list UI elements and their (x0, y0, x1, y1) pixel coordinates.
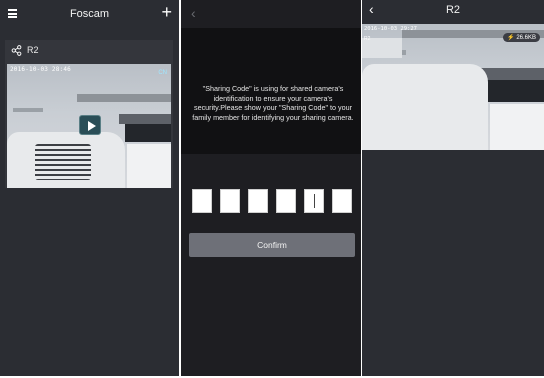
chevron-left-icon[interactable]: ‹ (191, 5, 196, 21)
camera-card-header: R2 (5, 40, 173, 62)
corner-label: CN (158, 70, 167, 76)
bitrate-badge: ⚡ 26.6KB (503, 33, 540, 42)
camera-name: R2 (27, 45, 39, 55)
camera-title: R2 (445, 4, 461, 16)
live-video[interactable]: 2016-10-03 29:27 R2 ⚡ 26.6KB (362, 24, 544, 150)
camera-card[interactable]: R2 2016-10-03 28:46 CN (5, 40, 173, 188)
bitrate-value: 26.6KB (516, 35, 536, 41)
camera-overlay-label: R2 (364, 36, 371, 42)
sharing-code-input (192, 189, 352, 213)
top-bar: ‹ (181, 0, 361, 30)
live-timestamp: 2016-10-03 29:27 (364, 26, 417, 32)
sharing-code-info: "Sharing Code" is using for shared camer… (192, 84, 354, 122)
text-cursor (314, 194, 315, 208)
code-digit-6[interactable] (332, 189, 352, 213)
bolt-icon: ⚡ (507, 35, 515, 41)
live-video-frame (362, 24, 544, 150)
app-title: Foscam (69, 8, 110, 20)
code-digit-1[interactable] (192, 189, 212, 213)
camera-thumbnail[interactable]: 2016-10-03 28:46 CN (7, 64, 171, 188)
camera-timestamp: 2016-10-03 28:46 (10, 66, 71, 73)
code-digit-4[interactable] (276, 189, 296, 213)
play-icon[interactable] (79, 115, 101, 135)
sharing-code-screen: ‹ "Sharing Code" is using for shared cam… (181, 0, 361, 376)
add-camera-button[interactable]: + (161, 3, 172, 21)
code-digit-2[interactable] (220, 189, 240, 213)
code-digit-3[interactable] (248, 189, 268, 213)
top-bar: Foscam + (0, 0, 179, 30)
confirm-button[interactable]: Confirm (189, 233, 355, 257)
code-digit-5[interactable] (304, 189, 324, 213)
camera-list-screen: Foscam + R2 2016-10-03 28:46 CN (0, 0, 179, 376)
live-view-screen: ‹ R2 2016-10-03 29:27 R2 ⚡ 26.6KB (362, 0, 544, 376)
share-icon[interactable] (11, 45, 22, 56)
